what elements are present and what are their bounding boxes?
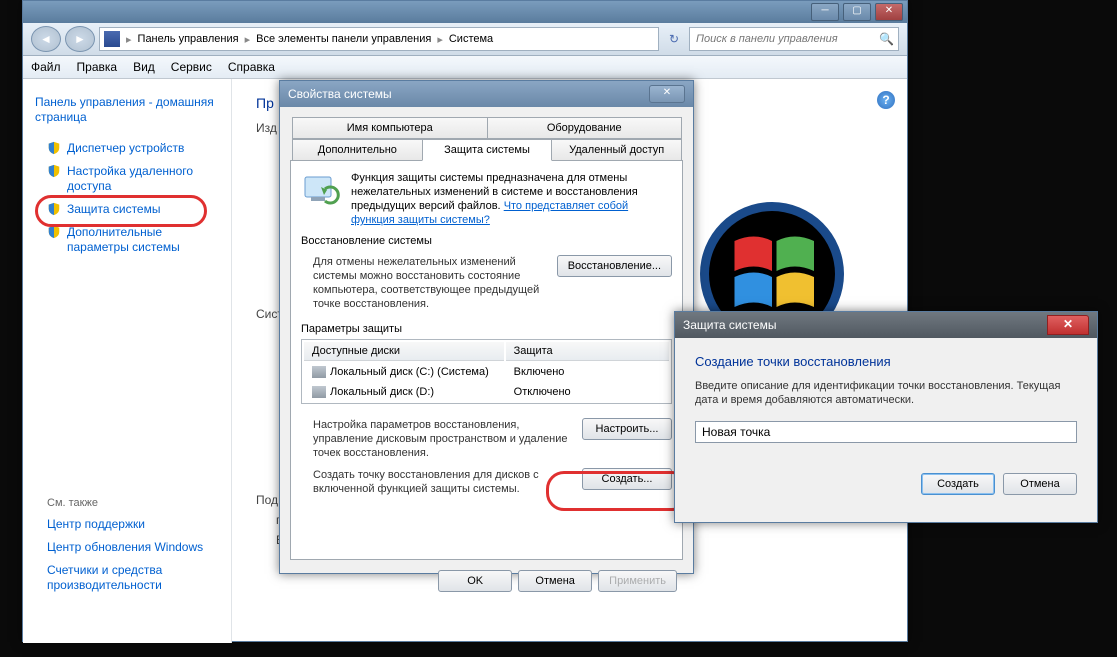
shield-icon — [47, 202, 61, 216]
sidebar-windows-update[interactable]: Центр обновления Windows — [23, 536, 231, 559]
back-button[interactable]: ◄ — [31, 26, 61, 52]
menu-bar: Файл Правка Вид Сервис Справка — [23, 56, 907, 79]
help-icon[interactable]: ? — [877, 91, 895, 109]
breadcrumb-item[interactable]: Система — [449, 33, 493, 45]
intro-text: Функция защиты системы предназначена для… — [351, 171, 672, 227]
close-button[interactable]: ✕ — [1047, 315, 1089, 335]
sidebar-remote-settings[interactable]: Настройка удаленного доступа — [23, 160, 231, 198]
shield-icon — [47, 225, 61, 239]
see-also-heading: См. также — [23, 489, 231, 513]
menu-view[interactable]: Вид — [133, 60, 155, 74]
restore-button[interactable]: Восстановление... — [557, 255, 672, 277]
table-row[interactable]: Локальный диск (D:) Отключено — [304, 383, 669, 401]
sidebar-advanced-settings[interactable]: Дополнительные параметры системы — [23, 221, 231, 259]
ok-button[interactable]: OK — [438, 570, 512, 592]
sidebar-action-center[interactable]: Центр поддержки — [23, 513, 231, 536]
menu-edit[interactable]: Правка — [77, 60, 118, 74]
maximize-button[interactable]: ▢ — [843, 3, 871, 21]
sidebar: Панель управления - домашняя страница Ди… — [23, 79, 232, 643]
tab-remote[interactable]: Удаленный доступ — [551, 139, 682, 161]
cancel-button[interactable]: Отмена — [518, 570, 592, 592]
tab-computer-name[interactable]: Имя компьютера — [292, 117, 488, 139]
search-box[interactable]: 🔍 — [689, 27, 899, 51]
sidebar-home-link[interactable]: Панель управления - домашняя страница — [23, 91, 231, 129]
sidebar-device-manager[interactable]: Диспетчер устройств — [23, 137, 231, 160]
create-text: Создать точку восстановления для дисков … — [313, 468, 572, 496]
breadcrumb-item[interactable]: Панель управления — [138, 33, 239, 45]
dialog-title: Свойства системы — [288, 87, 392, 101]
tab-advanced[interactable]: Дополнительно — [292, 139, 423, 161]
configure-button[interactable]: Настроить... — [582, 418, 672, 440]
search-input[interactable] — [694, 32, 879, 46]
close-button[interactable]: ✕ — [875, 3, 903, 21]
shield-icon — [47, 141, 61, 155]
system-properties-dialog: Свойства системы ✕ Имя компьютера Оборуд… — [279, 80, 694, 574]
menu-file[interactable]: Файл — [31, 60, 61, 74]
search-icon[interactable]: 🔍 — [879, 32, 894, 46]
params-group-title: Параметры защиты — [301, 323, 672, 335]
tab-system-protection[interactable]: Защита системы — [422, 139, 553, 161]
col-protection[interactable]: Защита — [506, 342, 669, 361]
config-text: Настройка параметров восстановления, упр… — [313, 418, 572, 460]
restore-text: Для отмены нежелательных изменений систе… — [313, 255, 547, 311]
dialog-titlebar: Свойства системы ✕ — [280, 81, 693, 107]
menu-tools[interactable]: Сервис — [171, 60, 212, 74]
close-button[interactable]: ✕ — [649, 85, 685, 103]
breadcrumb-item[interactable]: Все элементы панели управления — [256, 33, 431, 45]
minimize-button[interactable]: ─ — [811, 3, 839, 21]
menu-help[interactable]: Справка — [228, 60, 275, 74]
dialog-title: Защита системы — [683, 318, 776, 332]
col-drives[interactable]: Доступные диски — [304, 342, 504, 361]
sidebar-performance[interactable]: Счетчики и средства производительности — [23, 559, 231, 597]
dialog-titlebar: Защита системы ✕ — [675, 312, 1097, 338]
create-restore-point-dialog: Защита системы ✕ Создание точки восстано… — [674, 311, 1098, 523]
create-button[interactable]: Создать... — [582, 468, 672, 490]
navigation-bar: ◄ ► ▸ Панель управления ▸ Все элементы п… — [23, 23, 907, 56]
system-protection-icon — [301, 171, 341, 211]
tab-hardware[interactable]: Оборудование — [487, 117, 683, 139]
cancel-button[interactable]: Отмена — [1003, 473, 1077, 495]
control-panel-icon — [104, 31, 120, 47]
titlebar: ─ ▢ ✕ — [23, 1, 907, 23]
tabs: Имя компьютера Оборудование Дополнительн… — [292, 117, 681, 161]
create-heading: Создание точки восстановления — [695, 354, 1077, 369]
create-confirm-button[interactable]: Создать — [921, 473, 995, 495]
drive-icon — [312, 366, 326, 378]
shield-icon — [47, 164, 61, 178]
restore-point-name-input[interactable] — [695, 421, 1077, 443]
forward-button[interactable]: ► — [65, 26, 95, 52]
apply-button[interactable]: Применить — [598, 570, 677, 592]
address-bar[interactable]: ▸ Панель управления ▸ Все элементы панел… — [99, 27, 659, 51]
restore-group-title: Восстановление системы — [301, 235, 672, 247]
drive-icon — [312, 386, 326, 398]
refresh-icon[interactable]: ↻ — [663, 32, 685, 46]
sidebar-system-protection[interactable]: Защита системы — [23, 198, 231, 221]
table-row[interactable]: Локальный диск (C:) (Система) Включено — [304, 363, 669, 381]
tab-content: Функция защиты системы предназначена для… — [290, 160, 683, 560]
create-description: Введите описание для идентификации точки… — [695, 379, 1077, 407]
drives-table: Доступные диски Защита Локальный диск (C… — [301, 339, 672, 404]
